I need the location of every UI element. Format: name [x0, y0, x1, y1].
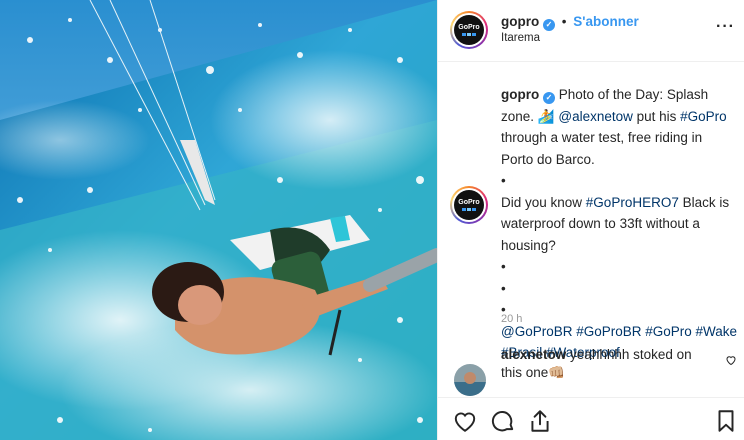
comment-like-heart-icon[interactable] — [725, 354, 737, 366]
caption-line: Did you know #GoProHERO7 Black is — [501, 194, 730, 210]
post-side-panel: GoPro gopro ✓ • S'abonner Itarema ··· Go… — [437, 0, 744, 440]
caption-author-avatar[interactable]: GoPro — [450, 186, 488, 224]
commenter-avatar[interactable] — [454, 364, 486, 396]
caption-bullet: • — [501, 302, 506, 317]
post-timestamp[interactable]: 20 h — [501, 313, 522, 325]
post-header: GoPro gopro ✓ • S'abonner Itarema ··· — [438, 0, 744, 62]
hashtag-link[interactable]: #GoPro — [680, 109, 727, 124]
caption-username[interactable]: gopro — [501, 87, 539, 102]
post-caption: gopro ✓ Photo of the Day: Splash zone. 🏄… — [501, 84, 737, 364]
heart-icon[interactable] — [452, 408, 478, 434]
author-avatar[interactable]: GoPro — [450, 11, 488, 49]
caption-bullet: • — [501, 280, 506, 296]
ellipsis-icon[interactable]: ··· — [716, 17, 736, 37]
hashtag-link[interactable]: #GoProHERO7 — [586, 195, 679, 210]
caption-line: housing? — [501, 237, 556, 253]
avatar-logo-text: GoPro — [458, 24, 480, 31]
caption-avatar-logo-text: GoPro — [458, 199, 480, 206]
caption-line: gopro ✓ Photo of the Day: Splash — [501, 84, 737, 106]
avatar-logo-stripes — [462, 33, 476, 36]
mention-link[interactable]: @alexnetow — [558, 109, 633, 124]
verified-badge-icon: ✓ — [543, 19, 556, 31]
caption-line: waterproof down to 33ft without a — [501, 216, 700, 231]
comment-username[interactable]: alexnetow — [501, 347, 566, 362]
surf-emoji-icon: 🏄 — [537, 108, 555, 124]
header-separator: • — [561, 14, 567, 29]
caption-line: zone. 🏄 @alexnetow put his #GoPro — [501, 108, 727, 124]
comments-area: GoPro gopro ✓ Photo of the Day: Splash z… — [438, 62, 744, 397]
caption-verified-badge-icon: ✓ — [543, 92, 556, 104]
caption-avatar-logo-stripes — [462, 208, 476, 211]
author-username[interactable]: gopro — [501, 14, 539, 29]
kitesurf-photo — [0, 0, 437, 440]
post-location[interactable]: Itarema — [501, 32, 540, 44]
share-icon[interactable] — [527, 408, 553, 434]
follow-button[interactable]: S'abonner — [573, 14, 638, 29]
comment: alexnetow yeahhhhh stoked on this one👊🏼 — [501, 346, 716, 381]
caption-bullet: • — [501, 259, 506, 274]
post-photo[interactable] — [0, 0, 437, 440]
caption-line: Porto do Barco. — [501, 151, 595, 167]
post-actions-bar — [438, 397, 744, 440]
caption-line: through a water test, free riding in — [501, 130, 703, 145]
speech-bubble-icon[interactable] — [490, 408, 516, 434]
caption-bullet: • — [501, 173, 506, 188]
bookmark-icon[interactable] — [713, 408, 739, 434]
caption-hashtags[interactable]: @GoProBR #GoProBR #GoPro #Wake — [501, 321, 737, 343]
instagram-post: GoPro gopro ✓ • S'abonner Itarema ··· Go… — [0, 0, 744, 440]
caption-text: Photo of the Day: Splash — [558, 87, 709, 102]
